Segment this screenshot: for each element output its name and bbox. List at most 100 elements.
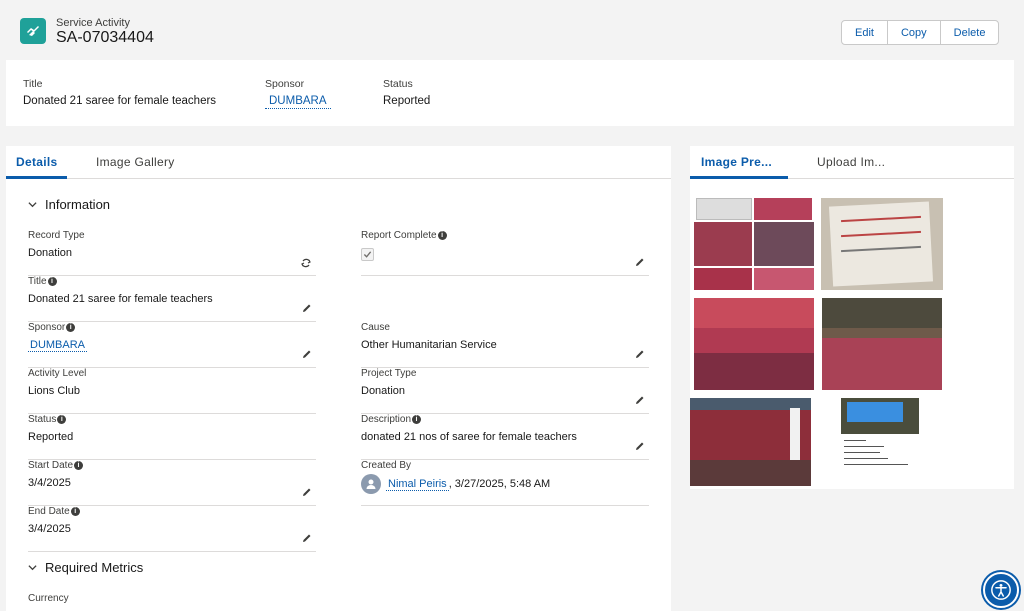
- image-thumbnail[interactable]: [694, 198, 814, 290]
- section-required-metrics-toggle[interactable]: Required Metrics: [28, 560, 143, 575]
- highlight-title-label: Title: [23, 78, 43, 90]
- field-record-type: Record Type Donation: [28, 230, 316, 276]
- field-label: Status: [28, 414, 57, 425]
- service-activity-icon: [20, 18, 46, 44]
- highlight-sponsor-label: Sponsor: [265, 78, 305, 90]
- info-icon[interactable]: i: [412, 415, 422, 424]
- section-required-metrics-title: Required Metrics: [45, 560, 144, 575]
- pencil-icon[interactable]: [635, 257, 645, 267]
- field-value: Lions Club: [28, 385, 80, 397]
- tab-image-gallery[interactable]: Image Gallery: [96, 155, 175, 169]
- field-value: Reported: [28, 431, 74, 443]
- report-complete-checkbox: [361, 248, 374, 261]
- info-icon[interactable]: i: [66, 323, 76, 332]
- field-label: Currency: [28, 593, 69, 604]
- copy-button[interactable]: Copy: [888, 21, 941, 44]
- highlight-sponsor-link[interactable]: DUMBARA: [265, 95, 331, 109]
- image-thumbnail[interactable]: [841, 398, 919, 434]
- field-value: Donation: [361, 385, 406, 397]
- highlight-title: Title Donated 21 saree for female teache…: [23, 78, 216, 107]
- object-label: Service Activity: [56, 17, 130, 29]
- highlights-panel: Title Donated 21 saree for female teache…: [6, 60, 1014, 126]
- field-currency: Currency: [28, 593, 316, 611]
- field-label: Description: [361, 414, 412, 425]
- active-tab-indicator: [6, 176, 67, 179]
- user-icon: [366, 479, 376, 489]
- record-title: SA-07034404: [56, 29, 154, 46]
- delete-button[interactable]: Delete: [941, 21, 999, 44]
- field-label: Activity Level: [28, 368, 87, 379]
- field-value: Donation: [28, 247, 73, 259]
- image-thumbnail[interactable]: [690, 398, 811, 486]
- field-value: donated 21 nos of saree for female teach…: [361, 431, 577, 443]
- info-icon[interactable]: i: [47, 277, 57, 286]
- pencil-icon[interactable]: [635, 349, 645, 359]
- highlight-status-value: Reported: [383, 95, 431, 107]
- side-tabs: Image Pre... Upload Im...: [690, 146, 1014, 179]
- field-end-date: End Date i 3/4/2025: [28, 506, 316, 552]
- field-description: Description i donated 21 nos of saree for…: [361, 414, 649, 460]
- field-value: 3/4/2025: [28, 523, 71, 535]
- info-icon[interactable]: i: [70, 507, 80, 516]
- pencil-icon[interactable]: [302, 533, 312, 543]
- details-card: Details Image Gallery Information Record…: [6, 146, 671, 611]
- sponsor-link[interactable]: DUMBARA: [28, 339, 88, 352]
- record-header: Service Activity SA-07034404 Edit Copy D…: [0, 0, 1024, 60]
- record-actions: Edit Copy Delete: [841, 20, 1000, 45]
- info-icon[interactable]: i: [74, 461, 84, 470]
- field-label: End Date: [28, 506, 70, 517]
- image-thumbnail[interactable]: [841, 436, 911, 476]
- image-thumbnail[interactable]: [694, 298, 814, 390]
- highlight-title-value: Donated 21 saree for female teachers: [23, 95, 217, 107]
- change-record-type-icon[interactable]: [300, 257, 312, 269]
- accessibility-icon: [991, 580, 1011, 600]
- field-label: Start Date: [28, 460, 74, 471]
- field-label: Report Complete: [361, 230, 437, 241]
- tab-details[interactable]: Details: [16, 155, 57, 169]
- section-information-title: Information: [45, 197, 111, 212]
- chevron-down-icon: [28, 202, 37, 208]
- field-title: Title i Donated 21 saree for female teach…: [28, 276, 316, 322]
- chevron-down-icon: [28, 565, 37, 571]
- field-value: Other Humanitarian Service: [361, 339, 497, 351]
- tab-upload-images[interactable]: Upload Im...: [817, 155, 885, 169]
- field-label: Project Type: [361, 368, 417, 379]
- field-label: Sponsor: [28, 322, 66, 333]
- image-thumbnail[interactable]: [821, 198, 943, 290]
- pencil-icon[interactable]: [302, 487, 312, 497]
- active-side-tab-indicator: [690, 176, 788, 179]
- info-icon[interactable]: i: [57, 415, 67, 424]
- highlight-status-label: Status: [383, 78, 413, 90]
- field-start-date: Start Date i 3/4/2025: [28, 460, 316, 506]
- field-cause: Cause Other Humanitarian Service: [361, 322, 649, 368]
- created-by-timestamp: , 3/27/2025, 5:48 AM: [448, 477, 551, 490]
- field-label: Title: [28, 276, 47, 287]
- pencil-icon[interactable]: [635, 395, 645, 405]
- user-avatar: [361, 474, 381, 494]
- field-value: Donated 21 saree for female teachers: [28, 293, 213, 305]
- field-label: Cause: [361, 322, 390, 333]
- image-thumbnail[interactable]: [822, 298, 942, 390]
- edit-button[interactable]: Edit: [842, 21, 888, 44]
- field-activity-level: Activity Level Lions Club: [28, 368, 316, 414]
- checkmark-icon: [363, 251, 372, 258]
- image-preview-card: Image Pre... Upload Im...: [690, 146, 1014, 489]
- field-label: Record Type: [28, 230, 85, 241]
- field-status: Status i Reported: [28, 414, 316, 460]
- field-value: 3/4/2025: [28, 477, 71, 489]
- main-tabs: Details Image Gallery: [6, 146, 671, 179]
- field-sponsor: Sponsor i DUMBARA: [28, 322, 316, 368]
- highlight-status: Status Reported: [383, 78, 430, 107]
- accessibility-button[interactable]: [983, 572, 1019, 608]
- pencil-icon[interactable]: [302, 303, 312, 313]
- section-information-toggle[interactable]: Information: [28, 197, 110, 212]
- field-created-by: Created By Nimal Peiris, 3/27/2025, 5:48…: [361, 460, 649, 506]
- pencil-icon[interactable]: [635, 441, 645, 451]
- field-report-complete: Report Complete i: [361, 230, 649, 276]
- highlight-sponsor: Sponsor DUMBARA: [265, 78, 331, 109]
- tab-image-preview[interactable]: Image Pre...: [701, 155, 772, 169]
- created-by-user-link[interactable]: Nimal Peiris: [386, 477, 449, 491]
- pencil-icon[interactable]: [302, 349, 312, 359]
- info-icon[interactable]: i: [437, 231, 447, 240]
- field-label: Created By: [361, 460, 412, 471]
